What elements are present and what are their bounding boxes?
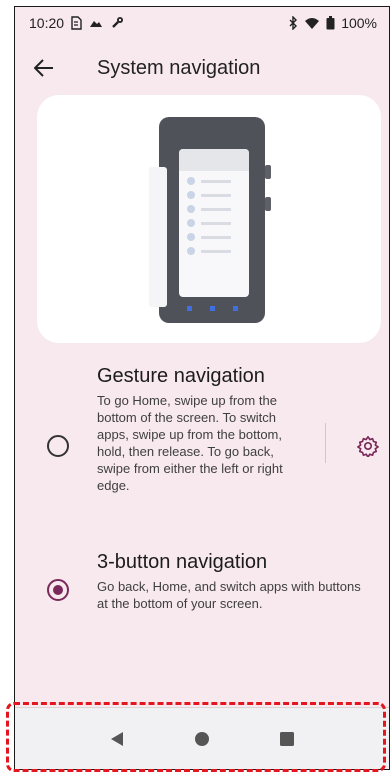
arrow-left-icon [34,59,53,77]
highlight-annotation-box [6,702,386,772]
gesture-navigation-text: Gesture navigation To go Home, swipe up … [97,365,307,494]
gesture-navigation-radio[interactable] [47,435,69,457]
preview-left-app-card [149,167,167,307]
3-button-navigation-radio[interactable] [47,579,69,601]
status-bar: 10:20 100% [15,7,389,39]
battery-percent: 100% [341,15,377,31]
device-screen: 10:20 100% System navigation Gesture nav… [14,6,390,770]
sim-icon [70,16,82,30]
bluetooth-icon [288,16,298,30]
gesture-navigation-title: Gesture navigation [97,365,265,387]
status-right: 100% [288,15,377,31]
preview-app-card [179,149,249,297]
app-bar: System navigation [15,43,389,93]
wrench-icon [110,16,124,30]
3-button-navigation-text: 3-button navigation Go back, Home, and s… [97,551,367,612]
settings-divider [325,423,326,463]
3-button-navigation-description: Go back, Home, and switch apps with butt… [97,579,361,611]
cloud-icon [88,17,104,29]
battery-icon [326,16,335,30]
gesture-navigation-description: To go Home, swipe up from the bottom of … [97,393,283,493]
preview-phone [149,117,271,323]
preview-list-row [187,233,241,241]
navigation-preview-illustration [37,95,381,343]
preview-side-tab [265,197,271,211]
gear-icon [357,436,379,457]
preview-list-row [187,205,241,213]
3-button-navigation-title: 3-button navigation [97,551,268,573]
preview-app-header [179,149,249,171]
preview-list-row [187,247,241,255]
status-left: 10:20 [29,15,124,31]
preview-list-row [187,219,241,227]
option-gesture-navigation[interactable]: Gesture navigation To go Home, swipe up … [15,365,389,525]
preview-list-row [187,191,241,199]
wifi-icon [304,17,320,30]
page-title: System navigation [97,56,261,79]
option-3-button-navigation[interactable]: 3-button navigation Go back, Home, and s… [15,551,389,621]
back-button[interactable] [21,45,67,91]
preview-nav-buttons [159,306,265,311]
status-time: 10:20 [29,15,65,31]
preview-side-tab [265,165,271,179]
gesture-settings-button[interactable] [351,429,385,463]
preview-list-row [187,177,241,185]
